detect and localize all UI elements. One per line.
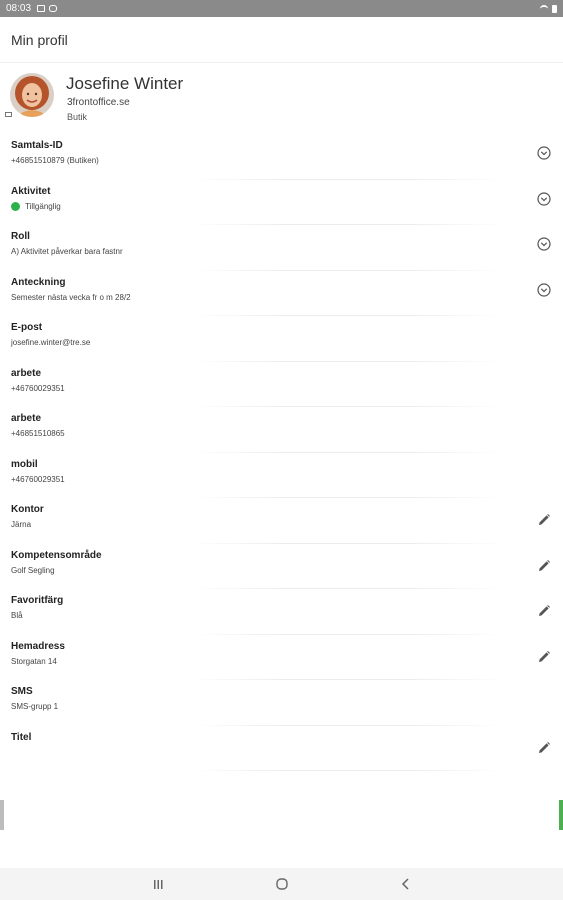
pencil-icon[interactable] — [536, 649, 552, 665]
pencil-icon[interactable] — [536, 512, 552, 528]
field-label: Titel — [11, 731, 32, 743]
camera-icon[interactable] — [5, 112, 12, 117]
field-arbete-2: arbete +46851510865 — [0, 407, 563, 453]
voicemail-notification-icon — [49, 5, 58, 12]
pencil-icon[interactable] — [536, 740, 552, 756]
field-roll[interactable]: Roll A) Aktivitet påverkar bara fastnr — [0, 225, 563, 271]
avatar[interactable] — [10, 73, 54, 117]
divider — [190, 770, 503, 771]
chevron-down-icon[interactable] — [536, 236, 552, 252]
field-value: A) Aktivitet påverkar bara fastnr — [11, 247, 123, 256]
field-kontor[interactable]: Kontor Järna — [0, 498, 563, 544]
field-label: arbete — [11, 413, 42, 424]
field-value: +46851510865 — [11, 429, 65, 438]
pencil-icon[interactable] — [536, 603, 552, 619]
field-value: +46760029351 — [11, 474, 65, 484]
field-mobil: mobil +46760029351 — [0, 453, 563, 498]
field-sms: SMS SMS-grupp 1 — [0, 680, 563, 726]
status-available-icon — [11, 201, 20, 211]
field-label: arbete — [11, 367, 42, 379]
field-label: Kontor — [11, 504, 44, 515]
home-icon[interactable] — [270, 872, 294, 896]
field-value: Semester nästa vecka fr o m 28/2 — [11, 292, 131, 302]
field-label: Hemadress — [11, 640, 65, 652]
system-nav-bar — [0, 868, 563, 900]
field-label: Favoritfärg — [11, 595, 64, 606]
field-value: Storgatan 14 — [11, 656, 57, 666]
field-aktivitet[interactable]: Aktivitet Tillgänglig — [0, 180, 563, 225]
status-time: 08:03 — [6, 3, 32, 14]
field-value: Järna — [11, 520, 32, 529]
profile-header: Josefine Winter 3frontoffice.se Butik — [0, 70, 563, 132]
chevron-down-icon[interactable] — [536, 282, 552, 298]
wifi-icon — [540, 5, 548, 12]
battery-icon — [552, 4, 557, 13]
field-value: SMS-grupp 1 — [11, 702, 59, 711]
field-value: Golf Segling — [11, 565, 55, 575]
field-e-post: E-post josefine.winter@tre.se — [0, 316, 563, 362]
field-samtals-id[interactable]: Samtals-ID +46851510879 (Butiken) — [0, 134, 563, 180]
recent-apps-icon[interactable] — [146, 872, 170, 896]
field-value: josefine.winter@tre.se — [11, 338, 91, 347]
field-value: +46760029351 — [11, 383, 65, 393]
profile-domain: 3frontoffice.se — [67, 97, 130, 108]
field-label: Kompetensområde — [11, 549, 102, 561]
field-anteckning[interactable]: Anteckning Semester nästa vecka fr o m 28… — [0, 271, 563, 316]
left-edge-handle[interactable] — [0, 800, 4, 830]
field-value: +46851510879 (Butiken) — [11, 156, 99, 165]
right-edge-handle[interactable] — [559, 800, 563, 830]
image-notification-icon — [37, 5, 46, 12]
chevron-down-icon[interactable] — [536, 145, 552, 161]
field-value-wrap: Tillgänglig — [11, 201, 61, 211]
field-value: Tillgänglig — [25, 201, 61, 211]
pencil-icon[interactable] — [536, 558, 552, 574]
field-titel[interactable]: Titel — [0, 726, 563, 771]
field-value: Blå — [11, 611, 23, 620]
profile-role: Butik — [67, 112, 88, 122]
field-label: Roll — [11, 231, 30, 242]
field-hemadress[interactable]: Hemadress Storgatan 14 — [0, 635, 563, 680]
field-label: SMS — [11, 686, 33, 697]
field-label: mobil — [11, 458, 38, 470]
profile-name: Josefine Winter — [66, 74, 184, 93]
status-bar: 08:03 — [0, 0, 563, 17]
chevron-down-icon[interactable] — [536, 191, 552, 207]
page-title: Min profil — [11, 31, 68, 48]
field-label: Anteckning — [11, 276, 66, 288]
field-label: Samtals-ID — [11, 140, 63, 151]
field-label: E-post — [11, 322, 43, 333]
field-arbete-1: arbete +46760029351 — [0, 362, 563, 407]
profile-fields: Samtals-ID +46851510879 (Butiken) Aktivite… — [0, 134, 563, 771]
app-bar: Min profil — [0, 17, 563, 63]
field-label: Aktivitet — [11, 185, 51, 197]
back-icon[interactable] — [394, 872, 418, 896]
field-kompetensomrade[interactable]: Kompetensområde Golf Segling — [0, 544, 563, 589]
field-favoritfarg[interactable]: Favoritfärg Blå — [0, 589, 563, 635]
